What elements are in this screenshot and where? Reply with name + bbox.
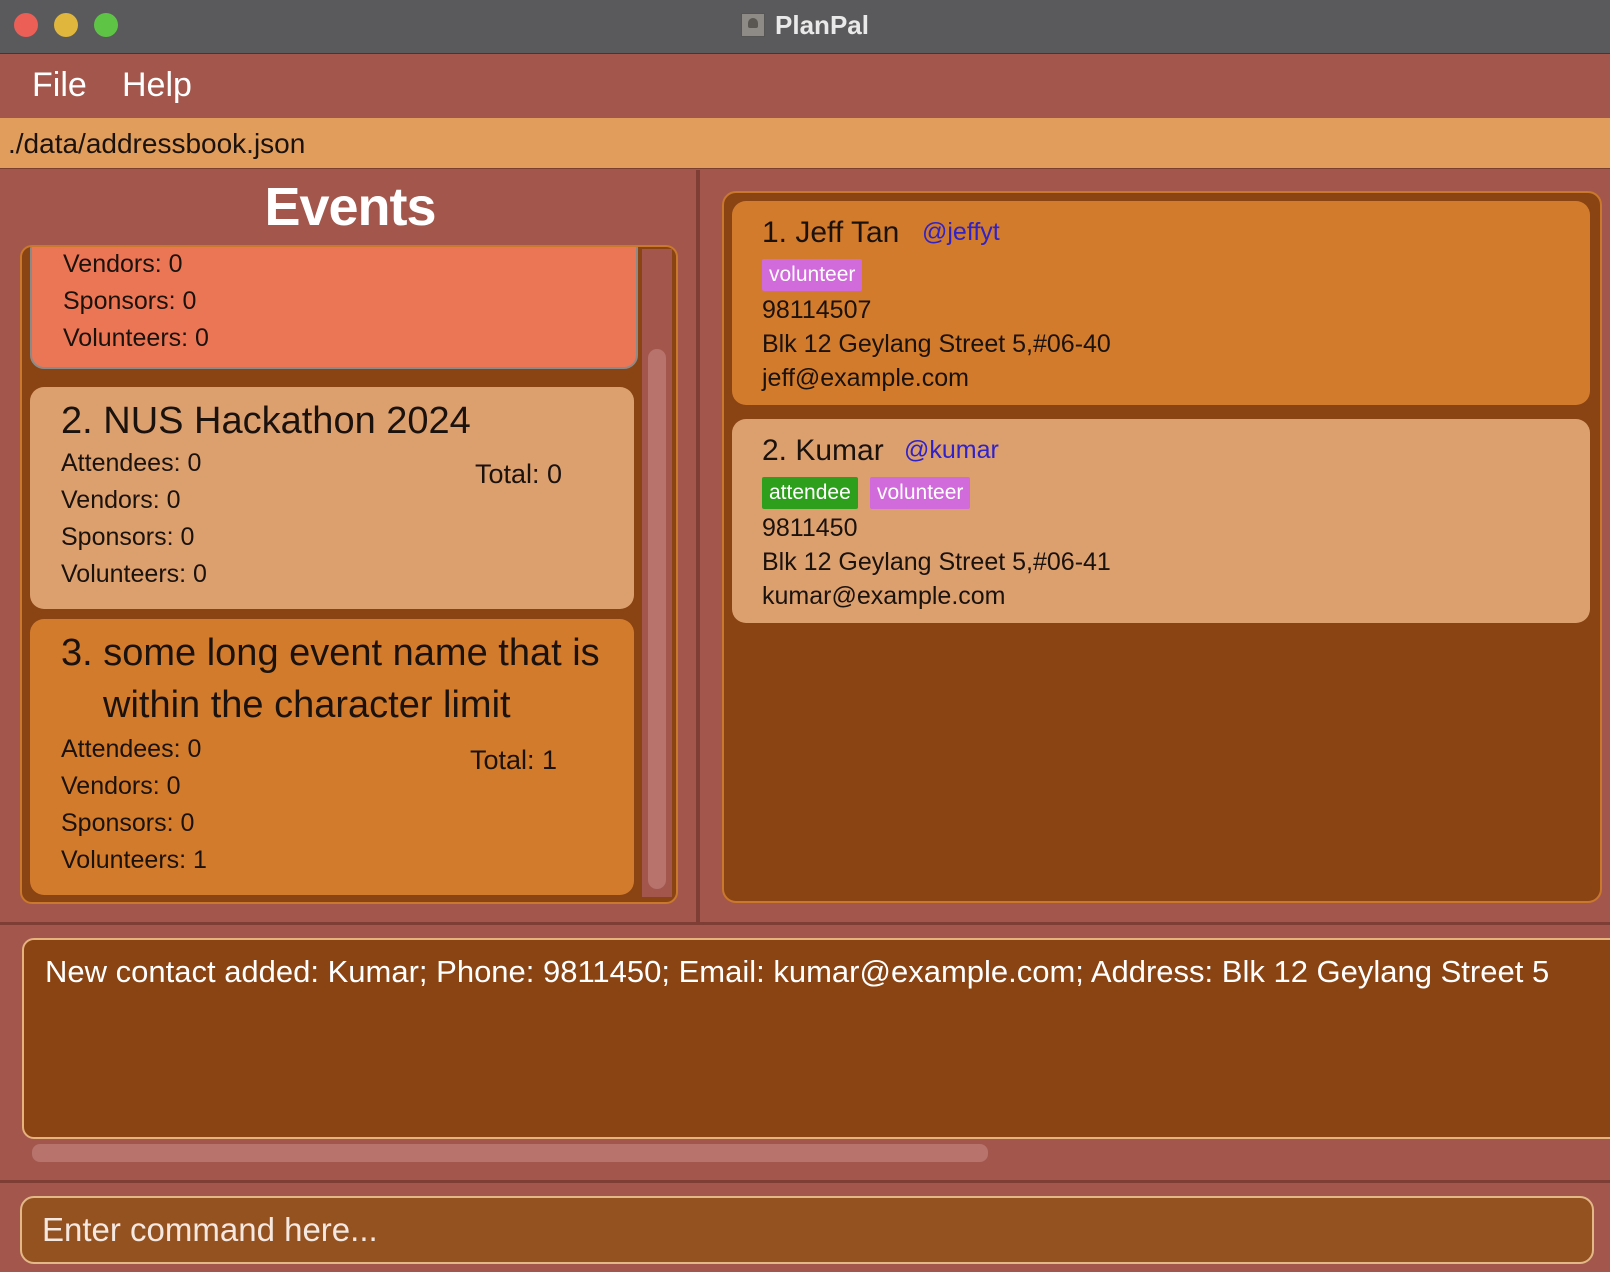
event-attendees: Attendees: 0 [61,735,202,763]
events-list[interactable]: Vendors: 0 Sponsors: 0 Volunteers: 0 2. … [20,245,678,904]
event-total: Total: 1 [470,745,558,775]
contact-name: 1. Jeff Tan [762,216,900,249]
result-horizontal-scrollbar[interactable] [32,1144,988,1162]
event-volunteers: Volunteers: 0 [63,324,209,352]
event-title-line-1: 3. some long event name that is [61,632,600,674]
events-heading: Events [264,177,436,237]
contact-address: Blk 12 Geylang Street 5,#06-40 [762,330,1111,358]
title-bar: PlanPal [0,0,1610,54]
command-divider [0,1180,1610,1183]
event-card-1[interactable]: Vendors: 0 Sponsors: 0 Volunteers: 0 [30,247,638,369]
app-icon [741,13,766,37]
window-title: PlanPal [775,10,869,40]
event-sponsors: Sponsors: 0 [61,809,195,837]
event-title-line-2: within the character limit [103,684,511,726]
tag-volunteer: volunteer [870,477,971,509]
contact-card-2[interactable]: 2. Kumar @kumar attendee volunteer 98114… [732,419,1590,623]
contact-address: Blk 12 Geylang Street 5,#06-41 [762,548,1111,576]
event-sponsors: Sponsors: 0 [63,287,197,315]
menu-file[interactable]: File [32,66,87,105]
event-attendees: Attendees: 0 [61,449,202,477]
event-title: 2. NUS Hackathon 2024 [61,400,471,442]
menu-help[interactable]: Help [122,66,192,105]
result-divider[interactable] [0,922,1610,925]
contact-name: 2. Kumar [762,434,884,467]
event-volunteers: Volunteers: 0 [61,560,207,588]
contact-email: kumar@example.com [762,582,1006,610]
panel-divider[interactable] [696,170,700,922]
contacts-list[interactable]: 1. Jeff Tan @jeffyt volunteer 98114507 B… [722,191,1602,903]
event-vendors: Vendors: 0 [63,250,183,278]
event-vendors: Vendors: 0 [61,772,181,800]
events-scrollbar-thumb[interactable] [648,349,666,889]
contact-phone: 9811450 [762,514,858,542]
event-vendors: Vendors: 0 [61,486,181,514]
status-path-bar: ./data/addressbook.json [0,118,1610,169]
tag-volunteer: volunteer [762,259,863,291]
contact-email: jeff@example.com [762,364,969,392]
event-card-2[interactable]: 2. NUS Hackathon 2024 Attendees: 0 Vendo… [30,387,634,609]
event-volunteers: Volunteers: 1 [61,846,207,874]
event-card-3[interactable]: 3. some long event name that is within t… [30,619,634,895]
event-sponsors: Sponsors: 0 [61,523,195,551]
event-total: Total: 0 [475,459,563,489]
data-file-path: ./data/addressbook.json [8,128,306,159]
contact-handle: @kumar [904,436,999,464]
window-title-area: PlanPal [0,10,1610,41]
result-message: New contact added: Kumar; Phone: 9811450… [45,954,1550,989]
contact-phone: 98114507 [762,296,872,324]
contact-handle: @jeffyt [922,218,1000,246]
tag-attendee: attendee [762,477,858,509]
command-input[interactable] [20,1196,1594,1264]
menu-bar: File Help [0,54,1610,118]
result-display[interactable]: New contact added: Kumar; Phone: 9811450… [22,938,1610,1139]
contact-card-1[interactable]: 1. Jeff Tan @jeffyt volunteer 98114507 B… [732,201,1590,405]
